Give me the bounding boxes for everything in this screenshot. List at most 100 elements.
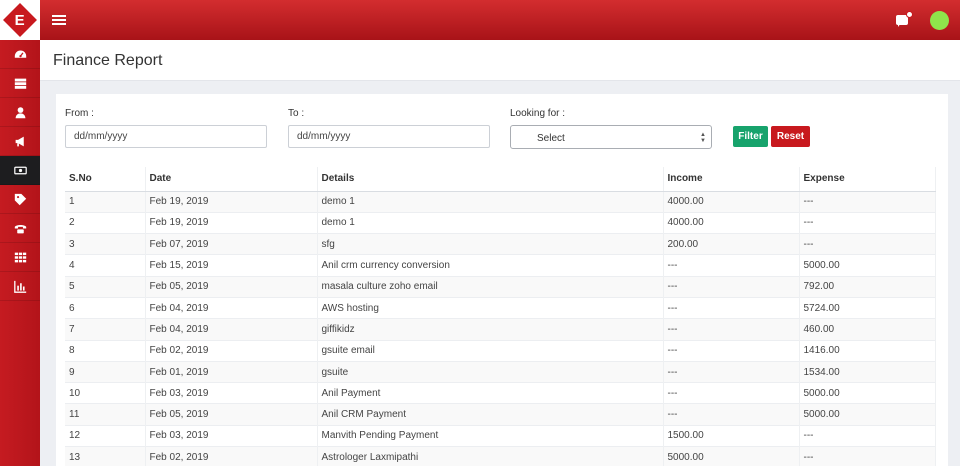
tag-icon — [14, 193, 26, 205]
cell-income: --- — [663, 275, 800, 298]
cell-sno: 10 — [65, 382, 146, 404]
cell-expense: 5000.00 — [799, 403, 936, 426]
cell-income: --- — [663, 318, 800, 341]
page-header: Finance Report — [40, 40, 960, 81]
cell-income: --- — [663, 254, 800, 277]
table-row[interactable]: 6 Feb 04, 2019 AWS hosting --- 5724.00 — [65, 296, 936, 319]
cell-date: Feb 02, 2019 — [145, 446, 318, 466]
cell-sno: 4 — [65, 254, 146, 277]
notifications-chat-icon[interactable] — [896, 11, 914, 29]
table-row[interactable]: 9 Feb 01, 2019 gsuite --- 1534.00 — [65, 360, 936, 383]
table-row[interactable]: 7 Feb 04, 2019 giffikidz --- 460.00 — [65, 318, 936, 341]
cell-expense: 5000.00 — [799, 382, 936, 404]
from-date-input[interactable] — [65, 125, 267, 148]
column-header-sno[interactable]: S.No — [65, 167, 146, 192]
sidebar — [0, 40, 40, 466]
cell-sno: 13 — [65, 446, 146, 466]
cell-sno: 1 — [65, 190, 146, 213]
megaphone-icon — [15, 136, 24, 146]
sidebar-item-finance[interactable] — [0, 156, 40, 185]
cell-date: Feb 03, 2019 — [145, 382, 318, 404]
cell-income: 200.00 — [663, 233, 800, 255]
money-icon — [13, 166, 27, 174]
looking-for-label: Looking for : — [510, 108, 566, 119]
cell-income: --- — [663, 382, 800, 404]
logo-letter: E — [14, 11, 26, 29]
cell-details: masala culture zoho email — [317, 275, 664, 298]
column-header-expense[interactable]: Expense — [799, 167, 936, 192]
table-row[interactable]: 8 Feb 02, 2019 gsuite email --- 1416.00 — [65, 339, 936, 362]
cell-income: --- — [663, 339, 800, 362]
cell-date: Feb 01, 2019 — [145, 360, 318, 383]
cell-sno: 8 — [65, 339, 146, 362]
cell-expense: 792.00 — [799, 275, 936, 298]
sidebar-item-users[interactable] — [0, 98, 40, 127]
cell-expense: --- — [799, 190, 936, 213]
page-title: Finance Report — [53, 52, 163, 69]
table-row[interactable]: 3 Feb 07, 2019 sfg 200.00 --- — [65, 233, 936, 255]
cell-details: demo 1 — [317, 190, 664, 213]
to-label: To : — [288, 108, 305, 119]
cell-expense: 5724.00 — [799, 296, 936, 319]
cell-income: --- — [663, 403, 800, 426]
table-row[interactable]: 11 Feb 05, 2019 Anil CRM Payment --- 5000.00 — [65, 403, 936, 426]
cell-expense: --- — [799, 446, 936, 466]
column-header-details[interactable]: Details — [317, 167, 664, 192]
cell-date: Feb 04, 2019 — [145, 318, 318, 341]
cell-details: Anil crm currency conversion — [317, 254, 664, 277]
cell-date: Feb 19, 2019 — [145, 211, 318, 234]
cell-date: Feb 19, 2019 — [145, 190, 318, 213]
looking-for-selected-value: Select — [537, 133, 565, 144]
cell-date: Feb 03, 2019 — [145, 424, 318, 447]
logo-diamond: E — [3, 3, 37, 37]
cell-details: gsuite — [317, 360, 664, 383]
table-row[interactable]: 13 Feb 02, 2019 Astrologer Laxmipathi 5000.… — [65, 446, 936, 466]
sidebar-item-dashboard[interactable] — [0, 40, 40, 69]
sidebar-item-calls[interactable] — [0, 214, 40, 243]
user-icon — [15, 106, 25, 118]
cell-sno: 11 — [65, 403, 146, 426]
table-row[interactable]: 2 Feb 19, 2019 demo 1 4000.00 --- — [65, 211, 936, 234]
top-navbar: E — [0, 0, 960, 40]
cell-expense: --- — [799, 211, 936, 234]
cell-date: Feb 05, 2019 — [145, 275, 318, 298]
cell-details: giffikidz — [317, 318, 664, 341]
cell-details: Anil Payment — [317, 382, 664, 404]
sidebar-item-modules[interactable] — [0, 243, 40, 272]
cell-details: demo 1 — [317, 211, 664, 234]
looking-for-select[interactable]: Select ▲ ▼ — [510, 125, 712, 149]
cell-sno: 7 — [65, 318, 146, 341]
cell-details: AWS hosting — [317, 296, 664, 319]
cell-sno: 5 — [65, 275, 146, 298]
server-icon — [14, 78, 26, 89]
cell-details: gsuite email — [317, 339, 664, 362]
cell-sno: 3 — [65, 233, 146, 255]
column-header-date[interactable]: Date — [145, 167, 318, 192]
cell-income: 4000.00 — [663, 211, 800, 234]
cell-details: Astrologer Laxmipathi — [317, 446, 664, 466]
sidebar-item-servers[interactable] — [0, 69, 40, 98]
cell-expense: 460.00 — [799, 318, 936, 341]
sidebar-item-reports[interactable] — [0, 272, 40, 301]
table-row[interactable]: 10 Feb 03, 2019 Anil Payment --- 5000.00 — [65, 382, 936, 404]
cell-income: 4000.00 — [663, 190, 800, 213]
cell-expense: --- — [799, 233, 936, 255]
reset-button[interactable]: Reset — [771, 126, 810, 147]
cell-date: Feb 04, 2019 — [145, 296, 318, 319]
table-row[interactable]: 12 Feb 03, 2019 Manvith Pending Payment 150… — [65, 424, 936, 447]
cell-income: --- — [663, 360, 800, 383]
filter-button[interactable]: Filter — [733, 126, 768, 147]
to-date-input[interactable] — [288, 125, 490, 148]
table-row[interactable]: 5 Feb 05, 2019 masala culture zoho email --… — [65, 275, 936, 298]
user-avatar[interactable] — [930, 11, 949, 30]
hamburger-menu-icon[interactable] — [52, 13, 66, 27]
table-header-row: S.No Date Details Income Expense — [65, 167, 936, 192]
cell-expense: 1534.00 — [799, 360, 936, 383]
table-row[interactable]: 4 Feb 15, 2019 Anil crm currency conversio… — [65, 254, 936, 277]
column-header-income[interactable]: Income — [663, 167, 800, 192]
cell-income: 5000.00 — [663, 446, 800, 466]
sidebar-item-tags[interactable] — [0, 185, 40, 214]
sidebar-item-campaigns[interactable] — [0, 127, 40, 156]
table-row[interactable]: 1 Feb 19, 2019 demo 1 4000.00 --- — [65, 190, 936, 213]
app-logo[interactable]: E — [0, 0, 40, 40]
